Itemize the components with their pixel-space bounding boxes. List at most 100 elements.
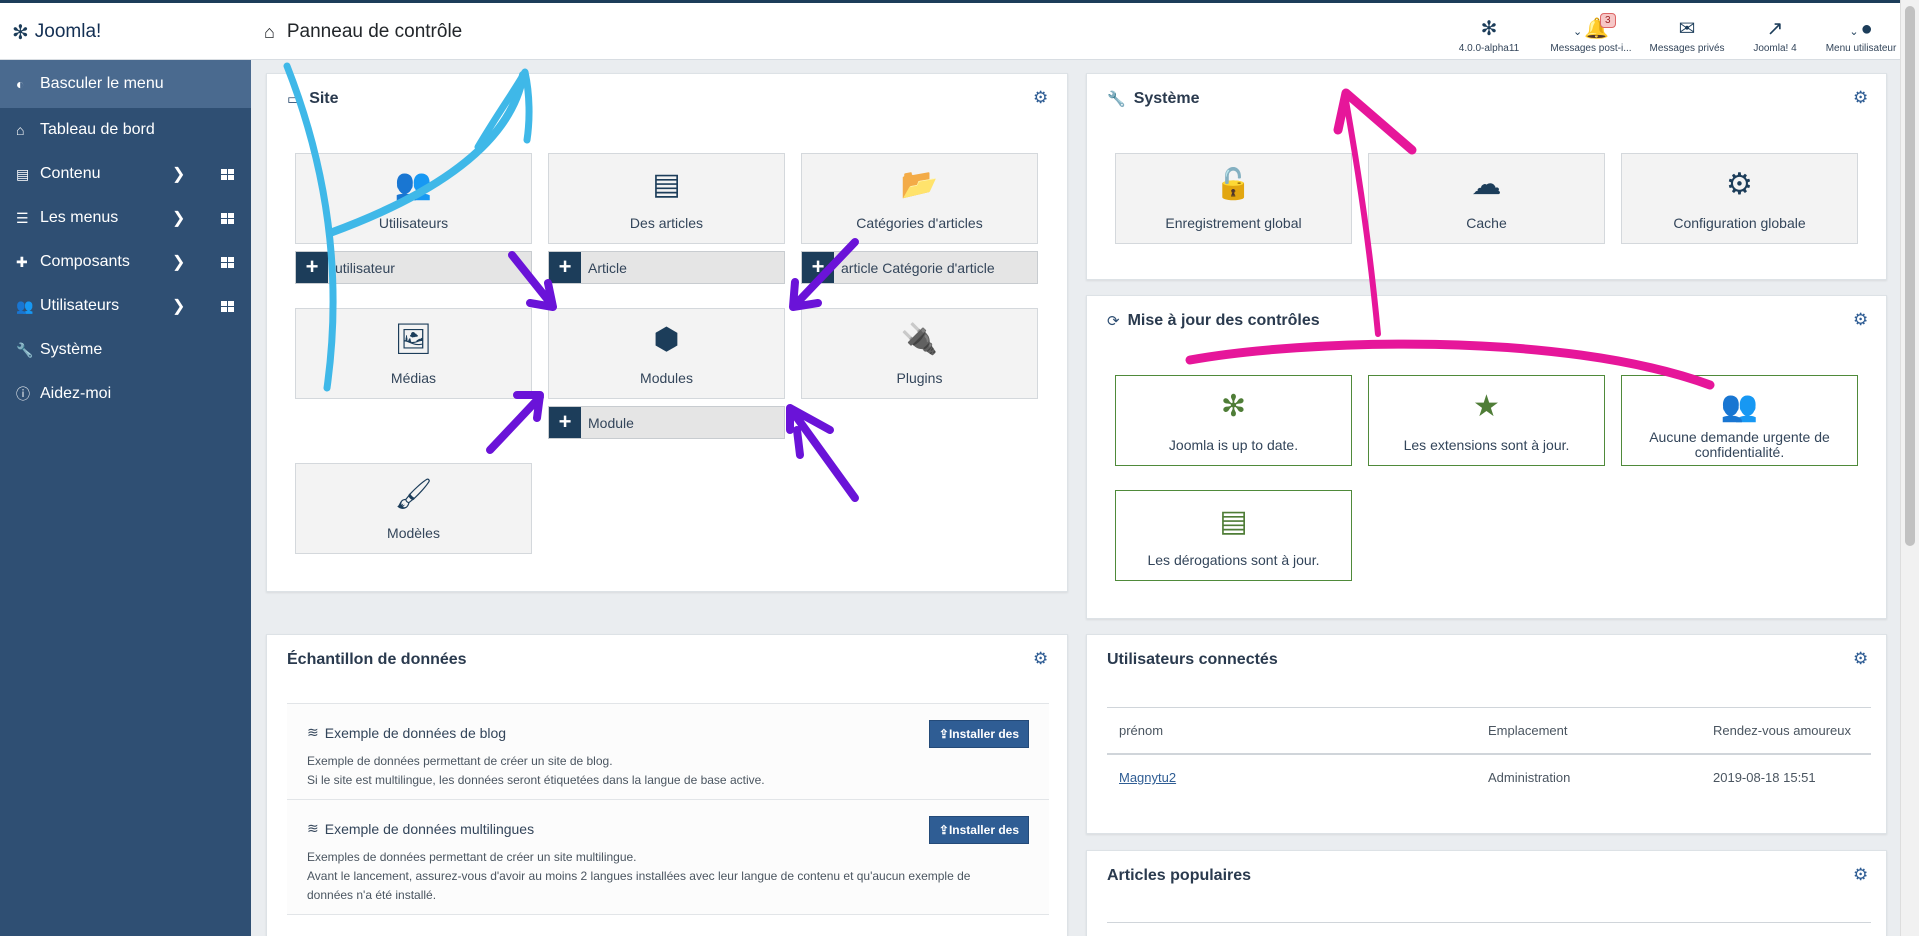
page-title-text: Panneau de contrôle [286, 21, 463, 42]
sidebar-item-label: Basculer le menu [40, 75, 164, 92]
sample-data-row: ≋ Exemple de données de blog Exemple de … [287, 703, 1049, 799]
add-category-button[interactable]: + article Catégorie d'article [801, 251, 1038, 284]
card-title-text: Mise à jour des contrôles [1127, 312, 1320, 329]
tile-users[interactable]: 👥 Utilisateurs [295, 153, 532, 244]
tile-privacy-requests[interactable]: 👥 Aucune demande urgente de confidential… [1621, 375, 1858, 466]
gear-icon[interactable]: ⚙ [1853, 865, 1868, 885]
add-user-button[interactable]: + utilisateur [295, 251, 532, 284]
card-title-text: Échantillon de données [287, 651, 467, 668]
gear-icon[interactable]: ⚙ [1033, 88, 1048, 108]
images-icon: 🖼 [394, 323, 433, 356]
gear-icon[interactable]: ⚙ [1033, 649, 1048, 669]
tile-label: Des articles [629, 215, 704, 231]
gear-icon[interactable]: ⚙ [1853, 310, 1868, 330]
wrench-icon: 🔧 [16, 341, 34, 358]
page-title: ⌂ Panneau de contrôle [264, 21, 462, 43]
joomla-logo-icon: ✻ [12, 21, 29, 44]
wifi-icon: ≋ [307, 724, 319, 740]
wifi-icon: ≋ [307, 820, 319, 836]
wrench-icon: 🔧 [1107, 91, 1126, 108]
cloud-icon: ☁ [1471, 168, 1502, 201]
sidebar-item-toggle-menu[interactable]: ◐ Basculer le menu [0, 60, 251, 108]
tile-label: Les extensions sont à jour. [1403, 437, 1570, 453]
private-messages-button[interactable]: ✉ Messages privés [1642, 17, 1732, 54]
tile-extensions-up-to-date[interactable]: ★ Les extensions sont à jour. [1368, 375, 1605, 466]
page-scrollbar[interactable] [1900, 0, 1919, 936]
gear-icon[interactable]: ⚙ [1853, 649, 1868, 669]
plus-icon: + [296, 252, 328, 283]
tile-global-configuration[interactable]: ⚙ Configuration globale [1621, 153, 1858, 244]
add-label: Article [588, 260, 627, 276]
sidebar-item-help[interactable]: ⓘ Aidez-moi [0, 372, 251, 416]
user-name-link[interactable]: Magnytu2 [1119, 770, 1176, 785]
joomla-logo[interactable]: ✻ Joomla! [12, 17, 101, 47]
list-icon: ☰ [16, 209, 29, 226]
tile-label: Configuration globale [1673, 215, 1806, 231]
sample-data-title: ≋ Exemple de données de blog [307, 724, 506, 741]
add-module-button[interactable]: + Module [548, 406, 785, 439]
install-blog-sample-button[interactable]: ⇪Installer des [928, 720, 1029, 748]
column-header[interactable]: prénom [1119, 723, 1163, 738]
chevron-right-icon: ❯ [172, 210, 186, 227]
chevron-down-icon: ⌄ [1572, 26, 1583, 38]
add-label: Module [588, 415, 634, 431]
users-icon: 👥 [394, 168, 433, 201]
version-button[interactable]: ✻ 4.0.0-alpha11 [1444, 17, 1534, 54]
logo-text: Joomla! [34, 21, 102, 42]
card-title: ⟳ Mise à jour des contrôles [1107, 312, 1320, 330]
dashboard-grid-icon[interactable] [221, 212, 234, 224]
button-label: Installer des [948, 727, 1019, 741]
card-title: Échantillon de données [287, 651, 467, 669]
joomla4-site-link[interactable]: ↗ Joomla! 4 [1730, 17, 1820, 54]
tile-modules[interactable]: ⬢ Modules [548, 308, 785, 399]
paintbrush-icon: 🖌 [394, 478, 433, 511]
scrollbar-thumb[interactable] [1905, 6, 1915, 546]
description-line: Exemples de données permettant de créer … [307, 850, 637, 864]
install-multilingual-sample-button[interactable]: ⇪Installer des [928, 816, 1029, 844]
column-header[interactable]: Emplacement [1488, 723, 1567, 738]
user-menu-button[interactable]: ⌄ ● Menu utilisateur [1816, 17, 1906, 54]
card-title: 🔧 Système [1107, 90, 1200, 108]
tile-joomla-up-to-date[interactable]: ✻ Joomla is up to date. [1115, 375, 1352, 466]
tile-templates[interactable]: 🖌 Modèles [295, 463, 532, 554]
chevron-right-icon: ❯ [172, 254, 186, 271]
add-article-button[interactable]: + Article [548, 251, 785, 284]
version-label: 4.0.0-alpha11 [1458, 43, 1520, 54]
home-icon: ⌂ [16, 122, 25, 138]
sidebar-item-label: Aidez-moi [40, 385, 112, 402]
card-title: Utilisateurs connectés [1107, 651, 1278, 669]
sidebar-item-menus[interactable]: ☰ Les menus ❯ [0, 196, 251, 240]
sample-data-card: Échantillon de données ⚙ ≋ Exemple de do… [266, 634, 1068, 936]
sidebar-item-label: Contenu [40, 165, 101, 182]
card-title-text: Système [1133, 90, 1200, 107]
upload-icon: ⇪ [938, 823, 949, 837]
tile-categories[interactable]: 📂 Catégories d'articles [801, 153, 1038, 244]
tile-plugins[interactable]: 🔌 Plugins [801, 308, 1038, 399]
tile-overrides-up-to-date[interactable]: ▤ Les dérogations sont à jour. [1115, 490, 1352, 581]
plus-icon: + [549, 407, 581, 438]
dashboard-grid-icon[interactable] [221, 256, 234, 268]
dashboard-grid-icon[interactable] [221, 300, 234, 312]
tile-label: Catégories d'articles [856, 215, 983, 231]
tile-cache[interactable]: ☁ Cache [1368, 153, 1605, 244]
file-icon: ▤ [16, 165, 30, 182]
sidebar-item-content[interactable]: ▤ Contenu ❯ [0, 152, 251, 196]
post-install-messages-button[interactable]: ⌄ 🔔 3 Messages post-i... [1546, 13, 1636, 54]
tile-media[interactable]: 🖼 Médias [295, 308, 532, 399]
card-title-text: Utilisateurs connectés [1107, 651, 1278, 668]
sidebar-item-label: Composants [40, 253, 130, 270]
dashboard-grid-icon[interactable] [221, 168, 234, 180]
description-line: Avant le lancement, assurez-vous d'avoir… [307, 869, 971, 902]
sidebar-item-components[interactable]: ✚ Composants ❯ [0, 240, 251, 284]
sidebar-item-users[interactable]: 👥 Utilisateurs ❯ [0, 284, 251, 328]
description-line: Si le site est multilingue, les données … [307, 773, 765, 787]
gear-icon[interactable]: ⚙ [1853, 88, 1868, 108]
sidebar-item-label: Système [40, 341, 103, 358]
tile-articles[interactable]: ▤ Des articles [548, 153, 785, 244]
column-header[interactable]: Rendez-vous amoureux [1713, 723, 1851, 738]
tile-global-checkin[interactable]: 🔓 Enregistrement global [1115, 153, 1352, 244]
sidebar-item-system[interactable]: 🔧 Système [0, 328, 251, 372]
sidebar-item-dashboard[interactable]: ⌂ Tableau de bord [0, 108, 251, 152]
unlock-icon: 🔓 [1214, 168, 1253, 201]
upload-icon: ⇪ [938, 727, 949, 741]
